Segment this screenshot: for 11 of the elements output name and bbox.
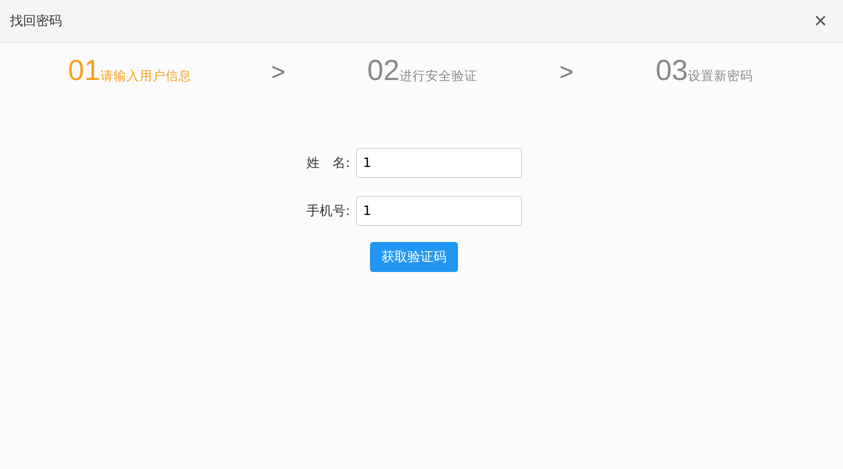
field-label: 姓 名:	[306, 155, 350, 172]
step-indicator: 03设置新密码	[656, 55, 753, 88]
close-button[interactable]: ×	[810, 8, 831, 34]
step-indicator: 02进行安全验证	[367, 55, 478, 88]
step-separator: >	[271, 59, 286, 87]
step-separator: >	[560, 59, 574, 87]
input-field[interactable]: 1	[356, 148, 522, 178]
window-title: 找回密码	[10, 13, 62, 30]
field-label: 手机号:	[306, 203, 350, 220]
input-field[interactable]: 1	[356, 196, 522, 226]
step-indicator: 01请输入用户信息	[68, 55, 192, 88]
